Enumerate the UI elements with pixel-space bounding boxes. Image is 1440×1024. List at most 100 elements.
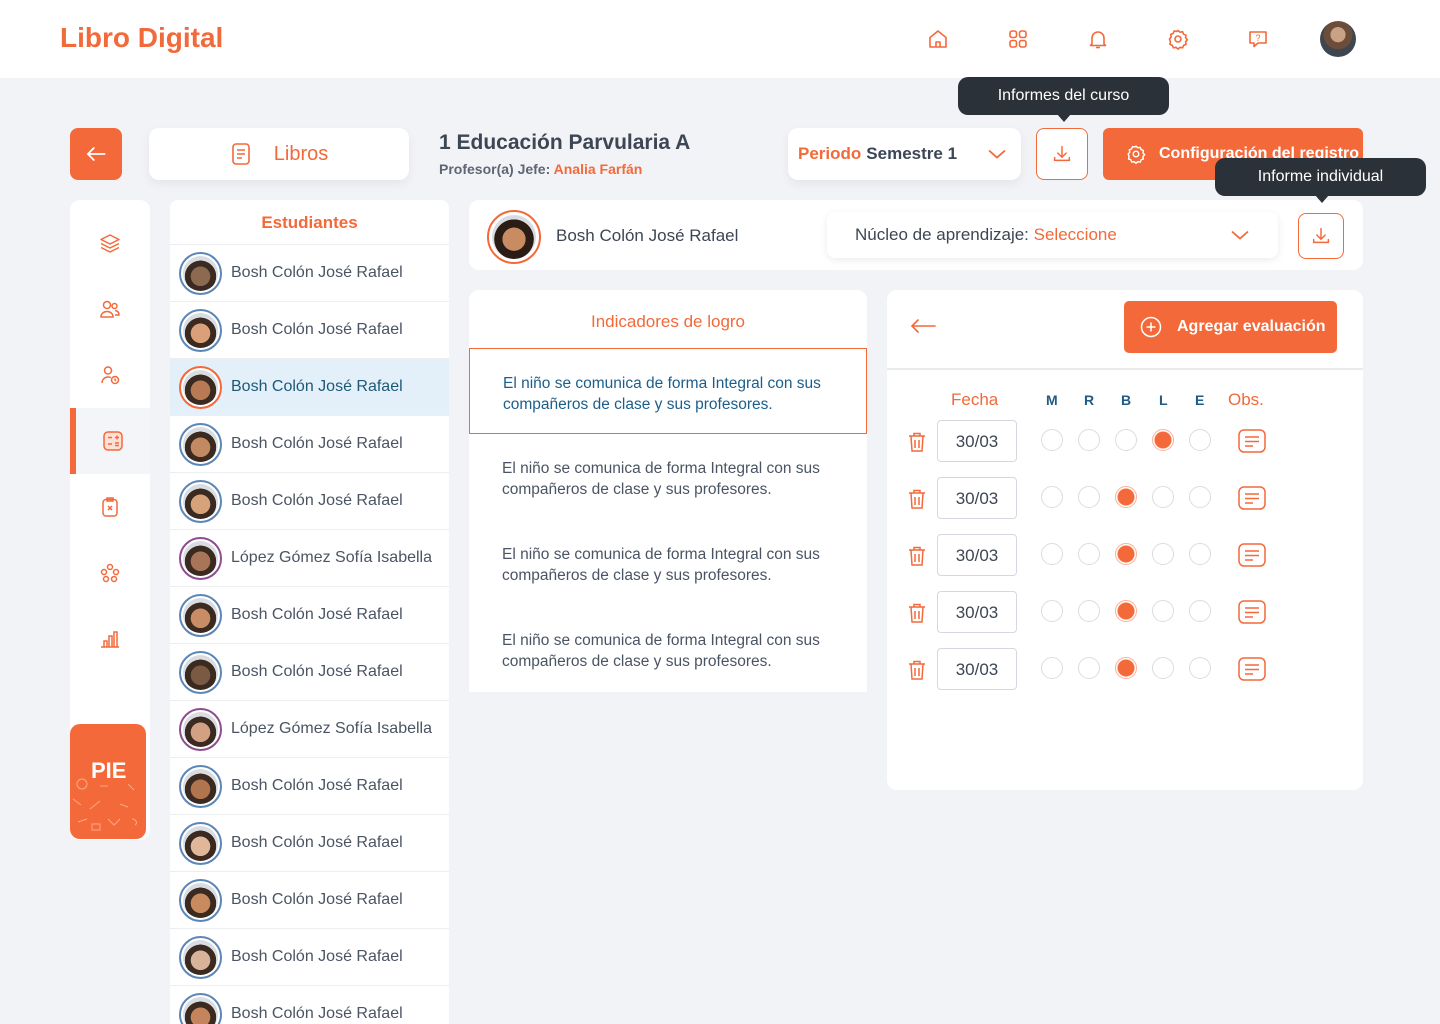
grade-radio-l[interactable] — [1152, 429, 1174, 451]
settings-icon[interactable] — [1164, 25, 1192, 53]
grade-radio-m[interactable] — [1041, 543, 1063, 565]
indicator-item[interactable]: El niño se comunica de forma Integral co… — [469, 606, 867, 692]
plus-circle-icon — [1140, 316, 1162, 338]
evaluation-row: 30/03 — [887, 534, 1363, 580]
student-row[interactable]: Bosh Colón José Rafael — [170, 359, 449, 416]
grade-radio-r[interactable] — [1078, 600, 1100, 622]
col-r: R — [1084, 392, 1095, 408]
student-avatar — [179, 422, 222, 466]
grade-radio-r[interactable] — [1078, 429, 1100, 451]
grade-radio-e[interactable] — [1189, 429, 1211, 451]
grade-radio-e[interactable] — [1189, 543, 1211, 565]
student-row[interactable]: Bosh Colón José Rafael — [170, 644, 449, 701]
grade-radio-l[interactable] — [1152, 600, 1174, 622]
sidebar-item-student[interactable] — [70, 342, 150, 408]
student-row[interactable]: Bosh Colón José Rafael — [170, 302, 449, 359]
grade-radio-m[interactable] — [1041, 429, 1063, 451]
chevron-down-icon — [988, 149, 1006, 159]
grade-radio-e[interactable] — [1189, 657, 1211, 679]
student-row[interactable]: López Gómez Sofía Isabella — [170, 530, 449, 587]
student-avatar — [179, 365, 222, 409]
note-icon[interactable] — [1237, 484, 1267, 512]
student-row[interactable]: Bosh Colón José Rafael — [170, 758, 449, 815]
grade-radio-r[interactable] — [1078, 543, 1100, 565]
grade-radio-b[interactable] — [1115, 657, 1137, 679]
col-l: L — [1159, 392, 1168, 408]
date-input[interactable]: 30/03 — [937, 591, 1017, 633]
periodo-select[interactable]: Periodo Semestre 1 — [788, 128, 1021, 180]
grade-radio-l[interactable] — [1152, 543, 1174, 565]
date-input[interactable]: 30/03 — [937, 534, 1017, 576]
student-row[interactable]: López Gómez Sofía Isabella — [170, 701, 449, 758]
nucleo-select[interactable]: Núcleo de aprendizaje: Seleccione — [827, 212, 1278, 258]
sidebar-item-users[interactable] — [70, 276, 150, 342]
student-name: Bosh Colón José Rafael — [231, 777, 403, 794]
sidebar-item-groups[interactable] — [70, 540, 150, 606]
grade-radio-m[interactable] — [1041, 600, 1063, 622]
student-row[interactable]: Bosh Colón José Rafael — [170, 473, 449, 530]
sidebar-item-evaluation[interactable] — [70, 408, 150, 474]
trash-icon[interactable] — [907, 602, 927, 624]
sidebar-item-stats[interactable] — [70, 606, 150, 672]
grade-radio-r[interactable] — [1078, 486, 1100, 508]
help-icon[interactable]: ? — [1244, 25, 1272, 53]
grade-radio-m[interactable] — [1041, 486, 1063, 508]
student-row[interactable]: Bosh Colón José Rafael — [170, 872, 449, 929]
libros-label: Libros — [273, 142, 329, 165]
grade-radio-e[interactable] — [1189, 600, 1211, 622]
student-row[interactable]: Bosh Colón José Rafael — [170, 416, 449, 473]
grade-radio-b[interactable] — [1115, 486, 1137, 508]
note-icon[interactable] — [1237, 427, 1267, 455]
grade-radio-b[interactable] — [1115, 600, 1137, 622]
student-row[interactable]: Bosh Colón José Rafael — [170, 815, 449, 872]
course-teacher: Profesor(a) Jefe: Analia Farfán — [439, 161, 642, 177]
grade-radio-b[interactable] — [1115, 429, 1137, 451]
course-report-download-button[interactable] — [1036, 128, 1088, 180]
trash-icon[interactable] — [907, 431, 927, 453]
note-icon[interactable] — [1237, 598, 1267, 626]
trash-icon[interactable] — [907, 659, 927, 681]
nucleo-value: Seleccione — [1033, 225, 1117, 244]
grade-radio-r[interactable] — [1078, 657, 1100, 679]
note-icon[interactable] — [1237, 541, 1267, 569]
user-avatar[interactable] — [1320, 21, 1356, 57]
trash-icon[interactable] — [907, 488, 927, 510]
student-avatar — [179, 593, 222, 637]
student-name: Bosh Colón José Rafael — [231, 264, 403, 281]
indicator-item[interactable]: El niño se comunica de forma Integral co… — [469, 348, 867, 434]
grade-radio-b[interactable] — [1115, 543, 1137, 565]
home-icon[interactable] — [924, 25, 952, 53]
individual-report-download-button[interactable] — [1298, 213, 1344, 259]
sidebar-item-layers[interactable] — [70, 210, 150, 276]
grid-icon[interactable] — [1004, 25, 1032, 53]
libros-button[interactable]: Libros — [149, 128, 409, 180]
student-name: Bosh Colón José Rafael — [231, 834, 403, 851]
student-name: Bosh Colón José Rafael — [231, 321, 403, 338]
group-icon — [100, 563, 120, 583]
sidebar-item-attendance[interactable] — [70, 474, 150, 540]
student-name: Bosh Colón José Rafael — [231, 435, 403, 452]
indicator-item[interactable]: El niño se comunica de forma Integral co… — [469, 520, 867, 606]
note-icon[interactable] — [1237, 655, 1267, 683]
book-icon — [231, 143, 250, 165]
student-row[interactable]: Bosh Colón José Rafael — [170, 245, 449, 302]
grade-radio-e[interactable] — [1189, 486, 1211, 508]
add-evaluation-button[interactable]: Agregar evaluación — [1124, 301, 1337, 353]
grade-radio-l[interactable] — [1152, 486, 1174, 508]
date-input[interactable]: 30/03 — [937, 648, 1017, 690]
evaluation-row: 30/03 — [887, 648, 1363, 694]
student-row[interactable]: Bosh Colón José Rafael — [170, 587, 449, 644]
indicator-item[interactable]: El niño se comunica de forma Integral co… — [469, 434, 867, 520]
pie-button[interactable]: PIE — [70, 724, 146, 839]
back-button[interactable] — [70, 128, 122, 180]
student-row[interactable]: Bosh Colón José Rafael — [170, 986, 449, 1024]
date-input[interactable]: 30/03 — [937, 477, 1017, 519]
student-row[interactable]: Bosh Colón José Rafael — [170, 929, 449, 986]
date-input[interactable]: 30/03 — [937, 420, 1017, 462]
grade-radio-m[interactable] — [1041, 657, 1063, 679]
bell-icon[interactable] — [1084, 25, 1112, 53]
arrow-left-icon[interactable] — [909, 314, 937, 338]
bar-chart-icon — [101, 631, 119, 648]
grade-radio-l[interactable] — [1152, 657, 1174, 679]
trash-icon[interactable] — [907, 545, 927, 567]
